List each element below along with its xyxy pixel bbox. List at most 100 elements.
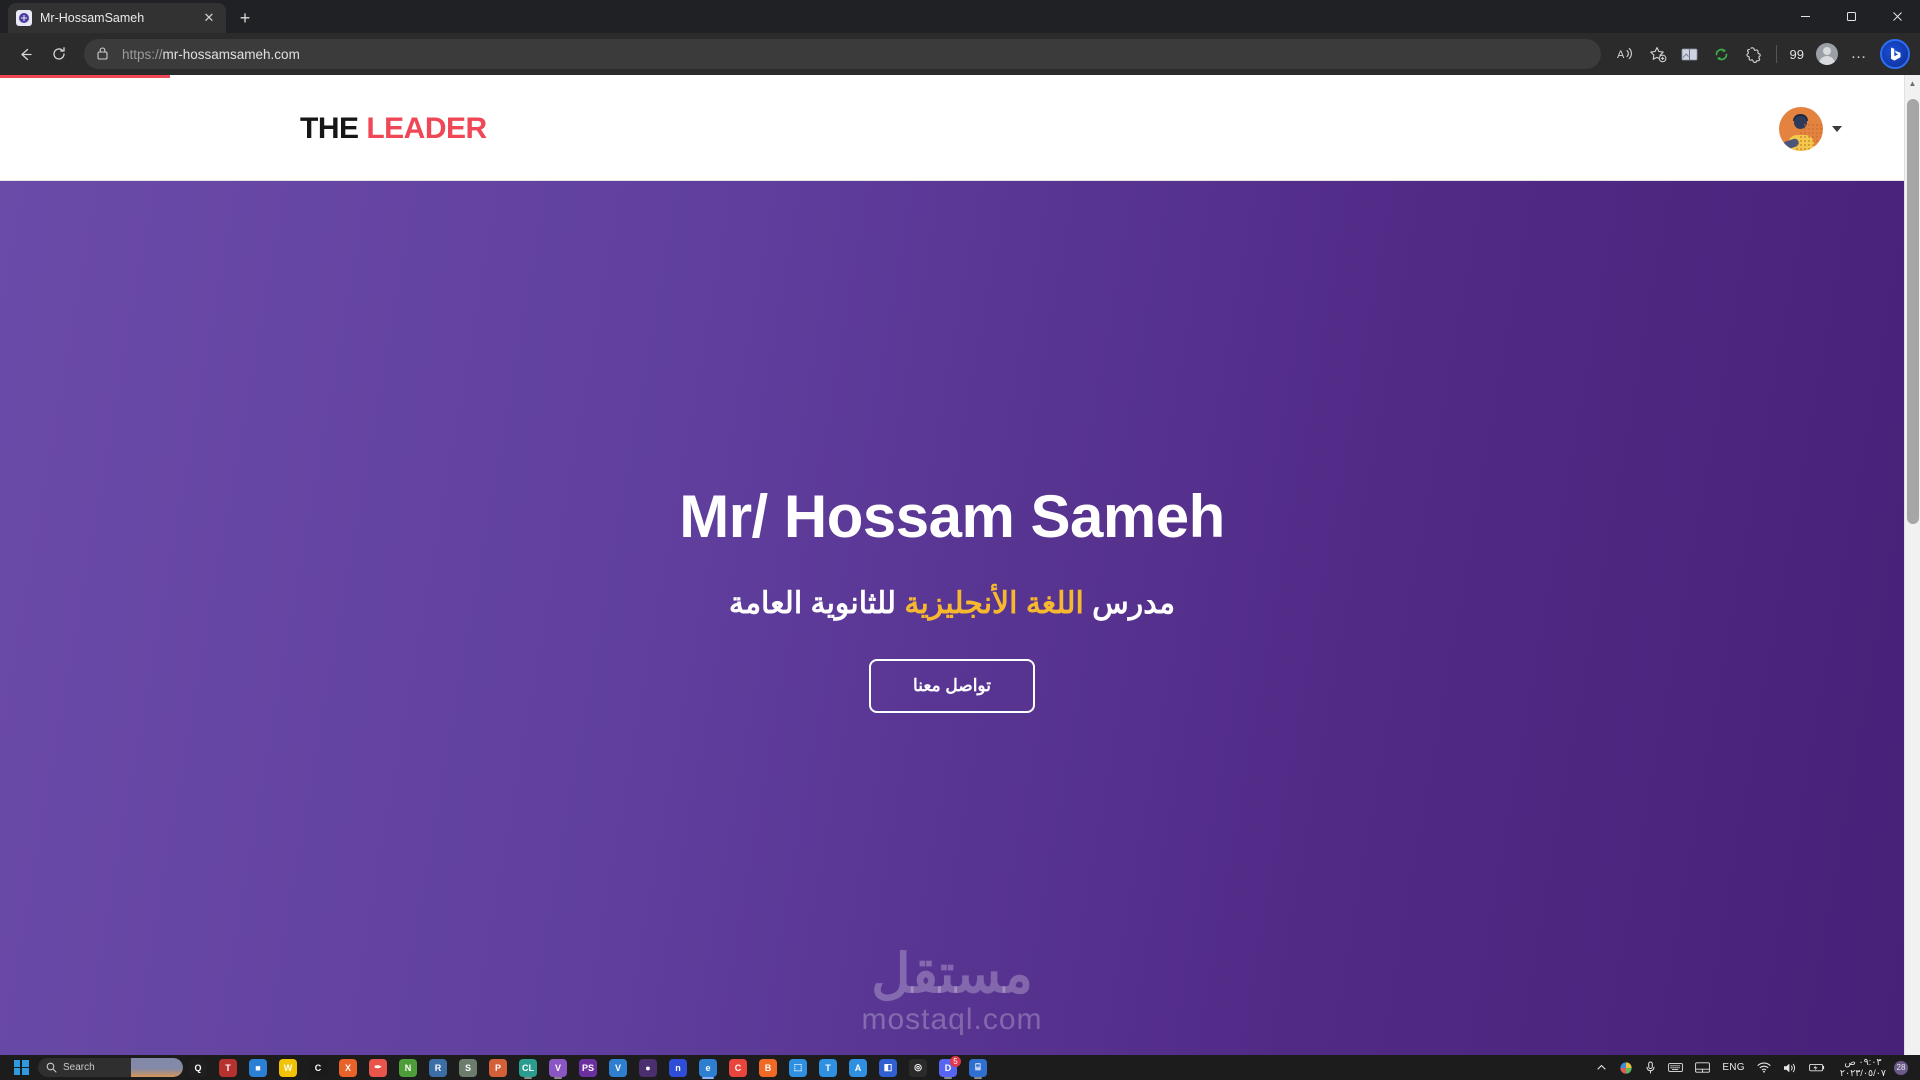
tab-close-icon[interactable]: ✕	[200, 9, 218, 27]
qt-app-icon: Q	[189, 1058, 207, 1077]
site-logo[interactable]: THE LEADER	[300, 112, 487, 146]
search-highlight-image	[131, 1058, 183, 1077]
tor-browser-icon: T	[219, 1058, 237, 1077]
web-page: THE LEADER Mr/ Hossam Sameh مدرس اللغة ا…	[0, 75, 1904, 1055]
taskbar-app-google-chrome[interactable]: C	[723, 1055, 753, 1080]
scroll-up-arrow-icon[interactable]: ▲	[1909, 75, 1917, 91]
notion-icon: n	[669, 1058, 687, 1077]
watermark: مستقل mostaql.com	[861, 947, 1042, 1037]
taskbar-app-chrome-canary[interactable]: C	[303, 1055, 333, 1080]
read-aloud-icon[interactable]: A	[1611, 39, 1641, 69]
graphics-control-icon[interactable]	[1613, 1055, 1639, 1080]
taskbar-app-sticky-app[interactable]: ◧	[873, 1055, 903, 1080]
new-tab-button[interactable]: +	[230, 3, 260, 33]
taskbar-app-screen-capture[interactable]: ⬚	[783, 1055, 813, 1080]
minimize-button[interactable]	[1782, 0, 1828, 33]
window-controls	[1782, 0, 1920, 33]
logo-the: THE	[300, 112, 359, 145]
taskbar-app-discord[interactable]: D5	[933, 1055, 963, 1080]
favorites-add-icon[interactable]	[1643, 39, 1673, 69]
chevron-down-icon[interactable]	[1832, 126, 1842, 132]
url-host: mr-hossamsameh.com	[162, 46, 300, 62]
browser-tab[interactable]: Mr-HossamSameh ✕	[8, 3, 226, 33]
url-scheme: https://	[122, 46, 163, 62]
profile-button[interactable]	[1812, 39, 1842, 69]
taskbar-app-eyedropper[interactable]: ✒	[363, 1055, 393, 1080]
browser-essentials-icon[interactable]	[1739, 39, 1769, 69]
tray-overflow-icon[interactable]	[1590, 1055, 1613, 1080]
clock-time: ٠٩:٠٣ ص	[1844, 1056, 1882, 1068]
taskbar-clock[interactable]: ٠٩:٠٣ ص ٢٠٢٣/٠٥/٠٧	[1832, 1057, 1894, 1079]
taskbar-app-notion[interactable]: n	[663, 1055, 693, 1080]
split-screen-icon[interactable]	[1675, 39, 1705, 69]
svg-text:A: A	[1617, 49, 1625, 61]
taskbar-app-qt-app[interactable]: Q	[183, 1055, 213, 1080]
toolbar-right-group: A 99 …	[1611, 39, 1910, 69]
address-bar[interactable]: https://mr-hossamsameh.com	[84, 39, 1601, 69]
sticky-app-icon: ◧	[879, 1058, 897, 1077]
brave-browser-icon: B	[759, 1058, 777, 1077]
taskbar-app-nodejs[interactable]: N	[393, 1055, 423, 1080]
taskbar-app-vs-code[interactable]: V	[603, 1055, 633, 1080]
taskbar-app-obs-studio[interactable]: ◎	[903, 1055, 933, 1080]
maximize-button[interactable]	[1828, 0, 1874, 33]
scrollbar-track[interactable]	[1905, 91, 1920, 1055]
app-badge: 5	[950, 1056, 961, 1067]
screen-capture-icon: ⬚	[789, 1058, 807, 1077]
google-chrome-icon: C	[729, 1058, 747, 1077]
taskbar-app-teamviewer[interactable]: T	[813, 1055, 843, 1080]
more-options-icon[interactable]: …	[1844, 39, 1874, 69]
volume-icon[interactable]	[1777, 1055, 1803, 1080]
security-app-icon: S	[459, 1058, 477, 1077]
taskbar-app-remote-desktop[interactable]: R	[423, 1055, 453, 1080]
copilot-button[interactable]	[1880, 39, 1910, 69]
taskbar-app-xampp[interactable]: X	[333, 1055, 363, 1080]
notification-badge[interactable]: 28	[1894, 1060, 1908, 1075]
microphone-icon[interactable]	[1639, 1055, 1662, 1080]
taskbar-app-photoshop-suite[interactable]: P	[483, 1055, 513, 1080]
blue-app-icon: ■	[249, 1058, 267, 1077]
language-indicator[interactable]: ENG	[1716, 1055, 1751, 1080]
taskbar-app-security-app[interactable]: S	[453, 1055, 483, 1080]
taskbar-app-anydesk[interactable]: A	[843, 1055, 873, 1080]
hero-section: Mr/ Hossam Sameh مدرس اللغة الأنجليزية ل…	[0, 181, 1904, 1055]
browser-toolbar: https://mr-hossamsameh.com A 99 …	[0, 33, 1920, 75]
touchpad-icon[interactable]	[1689, 1055, 1716, 1080]
taskbar-app-purple-app[interactable]: ●	[633, 1055, 663, 1080]
close-window-button[interactable]	[1874, 0, 1920, 33]
rewards-counter[interactable]: 99	[1784, 47, 1810, 62]
taskbar-app-winrar[interactable]: W	[273, 1055, 303, 1080]
remote-desktop-icon: R	[429, 1058, 447, 1077]
site-header: THE LEADER	[0, 78, 1904, 181]
taskbar-app-clion[interactable]: CL	[513, 1055, 543, 1080]
keyboard-icon[interactable]	[1662, 1055, 1689, 1080]
back-button-icon[interactable]	[10, 39, 40, 69]
taskbar-app-phpstorm[interactable]: PS	[573, 1055, 603, 1080]
hero-subtitle: مدرس اللغة الأنجليزية للثانوية العامة	[729, 586, 1175, 621]
site-favicon-icon	[16, 10, 32, 26]
contact-us-button[interactable]: تواصل معنا	[869, 658, 1035, 713]
header-user-menu[interactable]	[1779, 107, 1842, 151]
watermark-latin: mostaql.com	[861, 1003, 1043, 1036]
user-avatar[interactable]	[1779, 107, 1823, 151]
toolbar-divider	[1775, 45, 1777, 63]
taskbar-search[interactable]: Search	[38, 1058, 183, 1077]
sync-icon[interactable]	[1707, 39, 1737, 69]
windows-logo-icon	[13, 1060, 29, 1075]
nodejs-icon: N	[399, 1058, 417, 1077]
taskbar-app-microsoft-edge[interactable]: e	[693, 1055, 723, 1080]
scrollbar-thumb[interactable]	[1907, 99, 1919, 524]
url-text: https://mr-hossamsameh.com	[122, 47, 300, 62]
start-button[interactable]	[6, 1055, 36, 1080]
page-title: Mr/ Hossam Sameh	[679, 482, 1225, 550]
taskbar-app-tor-browser[interactable]: T	[213, 1055, 243, 1080]
windows-taskbar: Search Q T ■ W C X ✒ N R S P CL V PS V ● n e C B ⬚ T A ◧ ◎ D 5 ⌸ EN…	[0, 1055, 1920, 1080]
page-scrollbar[interactable]: ▲	[1904, 75, 1920, 1055]
taskbar-app-blue-app[interactable]: ■	[243, 1055, 273, 1080]
taskbar-app-brave-browser[interactable]: B	[753, 1055, 783, 1080]
wifi-icon[interactable]	[1751, 1055, 1777, 1080]
battery-icon[interactable]	[1803, 1055, 1832, 1080]
reload-button-icon[interactable]	[44, 39, 74, 69]
taskbar-app-calculator[interactable]: ⌸	[963, 1055, 993, 1080]
taskbar-app-visual-studio[interactable]: V	[543, 1055, 573, 1080]
